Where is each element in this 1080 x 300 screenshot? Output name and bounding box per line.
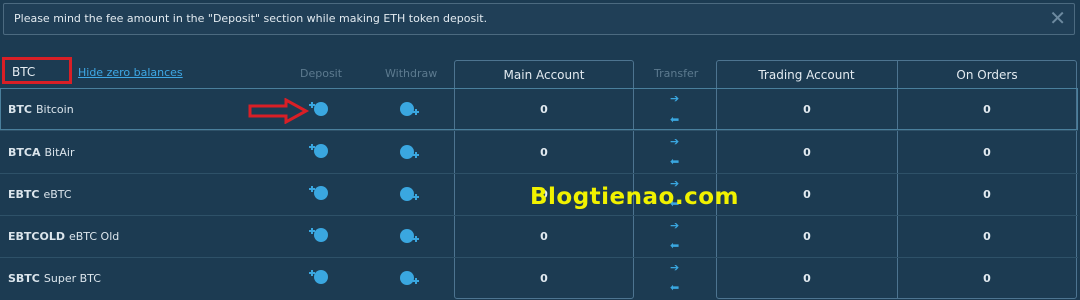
coin-label: BTC Bitcoin (8, 103, 74, 116)
close-icon[interactable]: ✕ (1049, 8, 1066, 28)
arrow-right-icon[interactable]: ➔ (670, 92, 679, 105)
coin-symbol: EBTC (8, 188, 40, 201)
main-account-header: Main Account (503, 68, 585, 82)
arrow-right-icon[interactable]: ➔ (670, 135, 679, 148)
annotation-arrow-icon (248, 98, 310, 124)
trading-balance: 0 (803, 188, 811, 201)
coin-name: eBTC (43, 188, 72, 201)
deposit-icon[interactable] (307, 185, 329, 201)
orders-balance: 0 (983, 230, 991, 243)
withdraw-icon[interactable] (399, 270, 421, 286)
main-balance: 0 (540, 146, 548, 159)
coin-filter-input[interactable]: BTC (2, 57, 72, 84)
orders-balance: 0 (983, 272, 991, 285)
withdraw-icon[interactable] (399, 228, 421, 244)
deposit-icon[interactable] (307, 269, 329, 285)
deposit-icon[interactable] (307, 143, 329, 159)
withdraw-icon[interactable] (399, 186, 421, 202)
withdraw-column-header: Withdraw (385, 67, 438, 80)
watermark: Blogtienao.com (530, 184, 739, 210)
coin-name: BitAir (44, 146, 75, 159)
arrow-left-icon[interactable]: ⬅ (670, 239, 679, 252)
deposit-icon[interactable] (307, 227, 329, 243)
coin-label: EBTC eBTC (8, 188, 72, 201)
trading-balance: 0 (803, 146, 811, 159)
coin-symbol: SBTC (8, 272, 40, 285)
on-orders-header: On Orders (956, 68, 1018, 82)
trading-balance: 0 (803, 103, 811, 116)
coin-name: eBTC Old (68, 230, 120, 243)
trading-balance: 0 (803, 230, 811, 243)
withdraw-icon[interactable] (399, 101, 421, 117)
main-balance: 0 (540, 230, 548, 243)
coin-label: EBTCOLD eBTC Old (8, 230, 119, 243)
arrow-left-icon[interactable]: ⬅ (670, 113, 679, 126)
coin-name: Super BTC (43, 272, 101, 285)
notice-text: Please mind the fee amount in the "Depos… (14, 12, 488, 25)
coin-label: SBTC Super BTC (8, 272, 101, 285)
coin-symbol: BTCA (8, 146, 41, 159)
main-balance: 0 (540, 103, 548, 116)
arrow-left-icon[interactable]: ⬅ (670, 281, 679, 294)
trading-balance: 0 (803, 272, 811, 285)
arrow-right-icon[interactable]: ➔ (670, 261, 679, 274)
orders-balance: 0 (983, 188, 991, 201)
orders-balance: 0 (983, 103, 991, 116)
deposit-column-header: Deposit (300, 67, 343, 80)
coin-label: BTCA BitAir (8, 146, 75, 159)
deposit-icon[interactable] (307, 101, 329, 117)
arrow-right-icon[interactable]: ➔ (670, 219, 679, 232)
hide-zero-balances-link[interactable]: Hide zero balances (78, 66, 183, 79)
main-balance: 0 (540, 272, 548, 285)
trading-account-header: Trading Account (758, 68, 855, 82)
coin-symbol: BTC (8, 103, 32, 116)
transfer-column-header: Transfer (654, 67, 699, 80)
arrow-left-icon[interactable]: ⬅ (670, 155, 679, 168)
orders-balance: 0 (983, 146, 991, 159)
coin-name: Bitcoin (35, 103, 74, 116)
withdraw-icon[interactable] (399, 144, 421, 160)
coin-symbol: EBTCOLD (8, 230, 65, 243)
notice-bar: Please mind the fee amount in the "Depos… (3, 3, 1075, 35)
